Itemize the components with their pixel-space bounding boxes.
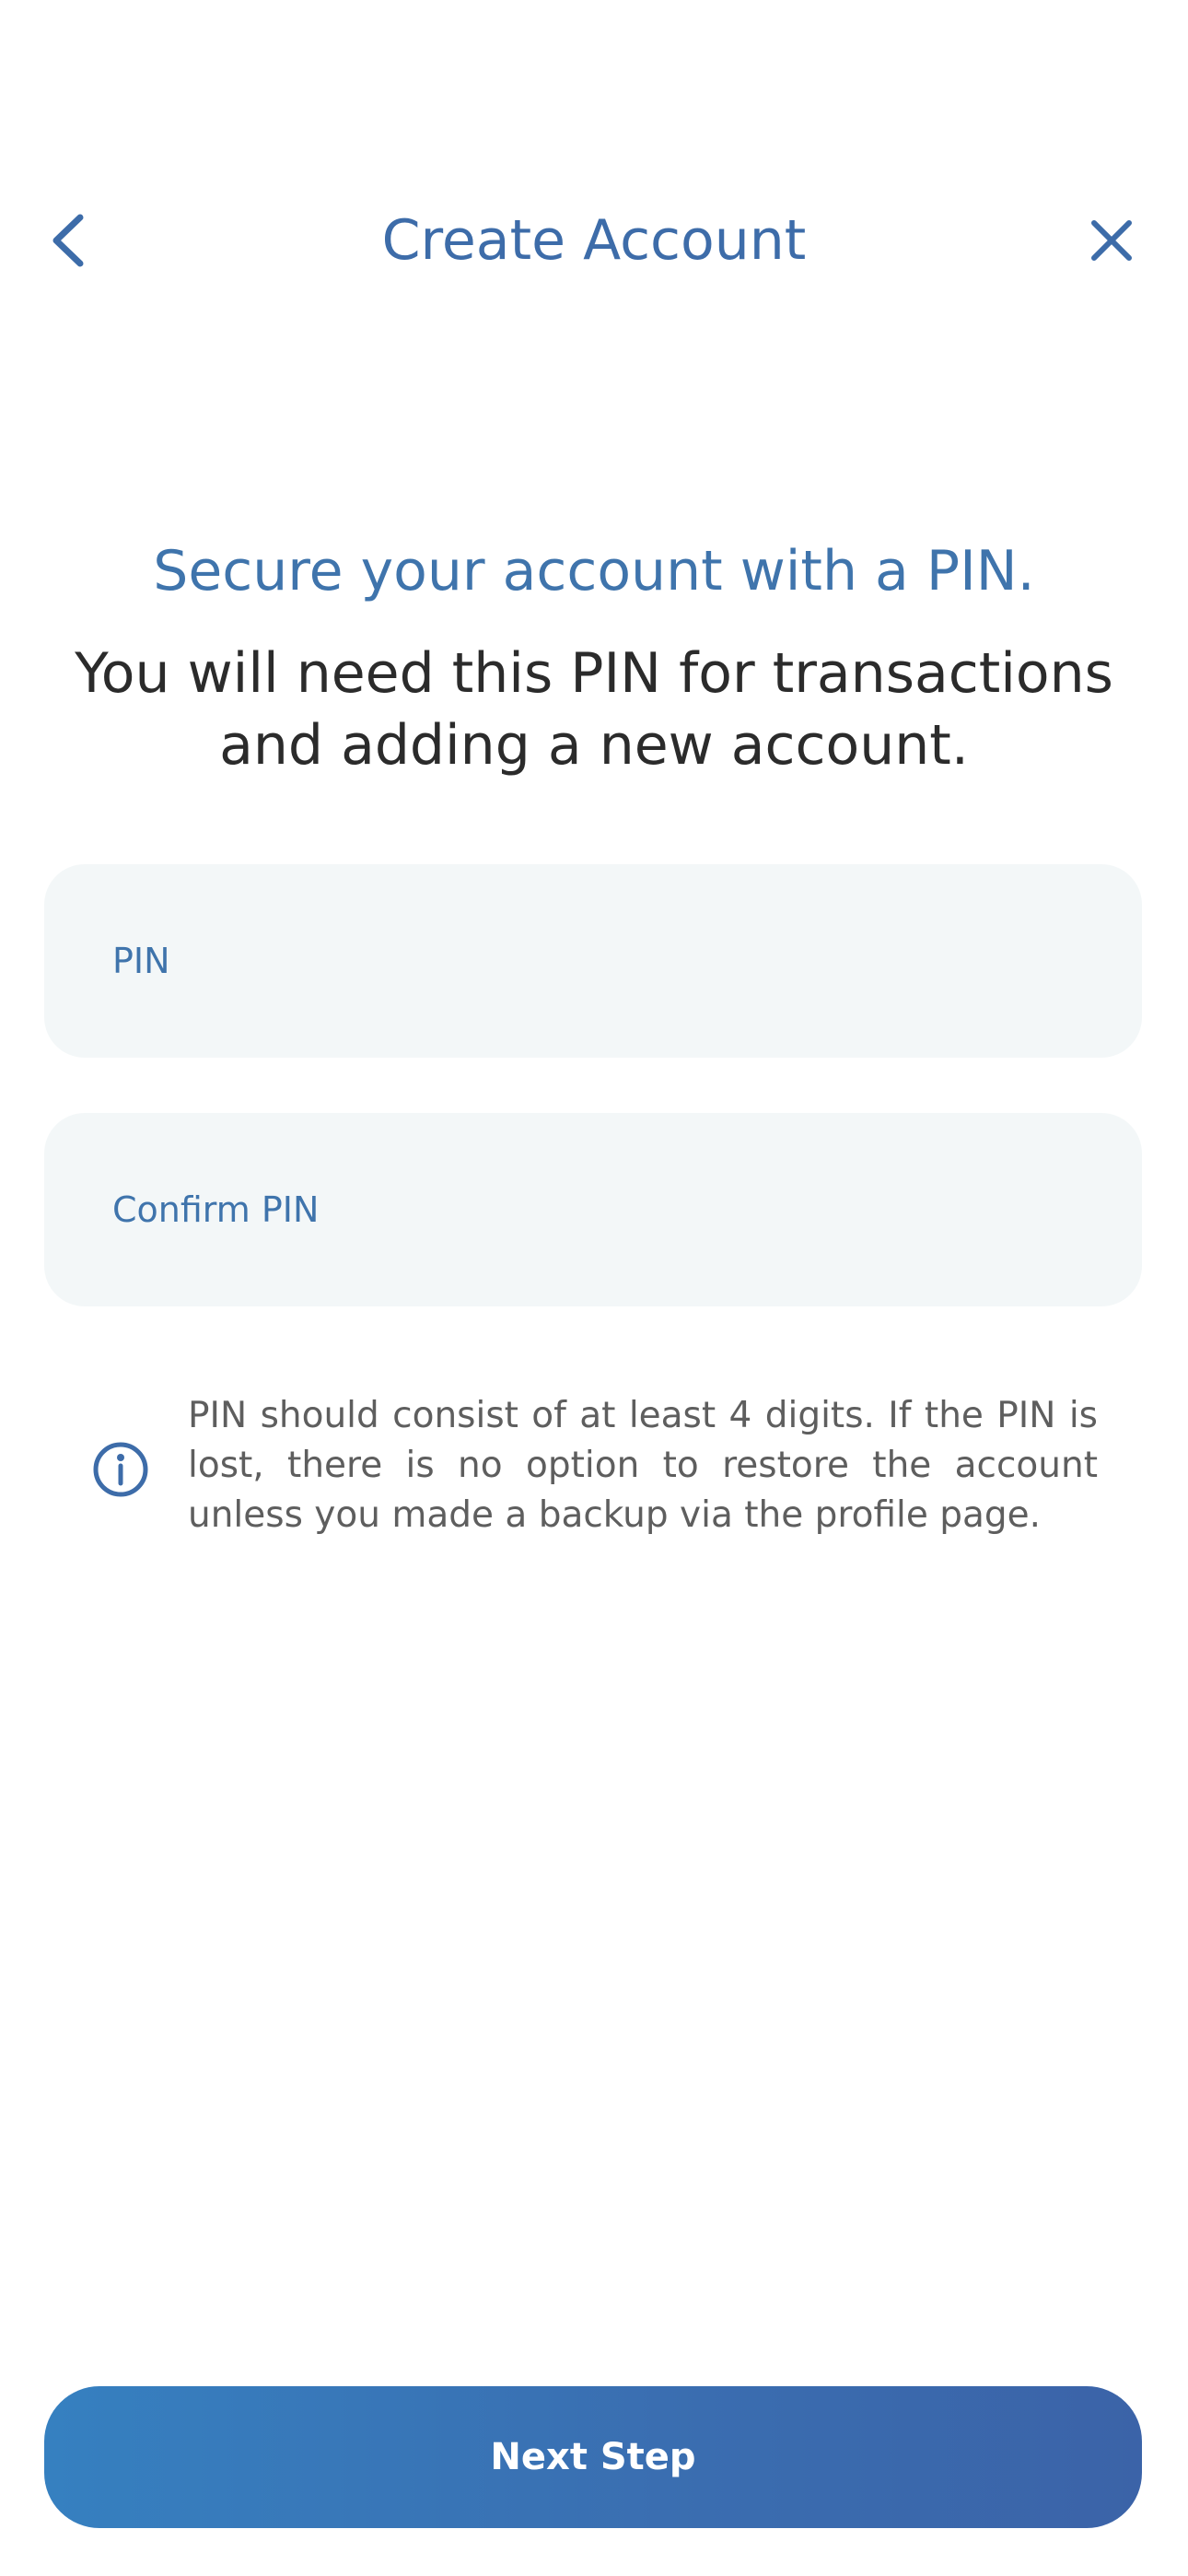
create-account-screen: Create Account Secure your account with … xyxy=(0,0,1188,2576)
pin-field[interactable] xyxy=(44,864,1142,1058)
confirm-pin-field[interactable] xyxy=(44,1113,1142,1306)
info-icon xyxy=(93,1442,148,1497)
pin-input[interactable] xyxy=(44,864,1142,1058)
next-step-button[interactable]: Next Step xyxy=(44,2386,1142,2528)
close-button[interactable] xyxy=(1076,205,1147,276)
page-title: Create Account xyxy=(381,208,807,273)
pin-info-text: PIN should consist of at least 4 digits.… xyxy=(188,1395,1098,1536)
pin-headline: Secure your account with a PIN. xyxy=(153,539,1035,603)
close-icon xyxy=(1091,220,1132,261)
confirm-pin-input[interactable] xyxy=(44,1113,1142,1306)
navigation-bar: Create Account xyxy=(0,184,1188,297)
pin-info-note: PIN should consist of at least 4 digits.… xyxy=(92,1391,1098,1548)
pin-description: You will need this PIN for transactions … xyxy=(75,641,1113,778)
